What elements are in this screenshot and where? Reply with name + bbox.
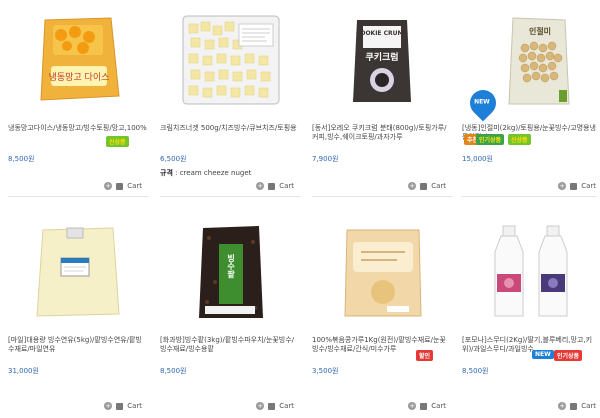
new-product-badge: 신상품 — [508, 134, 531, 145]
product-image-soybean-powder[interactable] — [327, 222, 437, 322]
add-icon[interactable]: + — [408, 182, 417, 190]
svg-text:냉동망고 다이스: 냉동망고 다이스 — [49, 72, 110, 83]
add-icon[interactable]: + — [558, 402, 567, 410]
add-icon[interactable]: + — [256, 182, 265, 190]
cart-icon[interactable] — [570, 402, 578, 410]
cart-controls[interactable]: + Cart — [256, 182, 294, 190]
cart-icon[interactable] — [268, 402, 276, 410]
product-name[interactable]: [마일]대용량 빙수연유(5kg)/팥빙수연유/팥빙수재료/마일연유 — [8, 336, 148, 364]
divider — [8, 196, 148, 197]
product-card[interactable]: 인절미 NEW 추천 인기상품 신상품 [냉동]인절미(2kg)/토핑용/눈꽃빙… — [462, 10, 600, 190]
divider — [312, 196, 452, 197]
product-price: 15,000원 — [462, 155, 493, 163]
product-image-condensed-milk[interactable] — [23, 222, 133, 322]
cart-controls[interactable]: + Cart — [408, 402, 446, 410]
cart-icon[interactable] — [570, 182, 578, 190]
product-name[interactable]: 크림치즈너겟 500g/치즈빙수/큐브치즈/토핑용 — [160, 124, 300, 152]
product-grid: 냉동망고 다이스 신상품 냉동망고다이스/냉동망고/빙수토핑/망고,100% 8… — [0, 0, 600, 418]
product-card[interactable]: 냉동망고 다이스 신상품 냉동망고다이스/냉동망고/빙수토핑/망고,100% 8… — [8, 10, 148, 190]
cart-icon[interactable] — [268, 182, 276, 190]
cart-label[interactable]: Cart — [127, 182, 142, 190]
product-name[interactable]: [화과방]빙수팥(3kg)/팥빙수파우치/눈꽃빙수/빙수재료/빙수용팥 — [160, 336, 300, 364]
new-badge: NEW — [532, 350, 554, 359]
product-price: 6,500원 — [160, 155, 187, 163]
cart-icon[interactable] — [116, 182, 124, 190]
cart-controls[interactable]: + Cart — [104, 402, 142, 410]
cart-label[interactable]: Cart — [127, 402, 142, 410]
cart-label[interactable]: Cart — [431, 182, 446, 190]
cart-controls[interactable]: + Cart — [408, 182, 446, 190]
product-card[interactable]: NEW 인기상품 [포모나]스무디(2Kg)/딸기,블루베리,망고,키위)/과일… — [462, 222, 600, 410]
product-card[interactable]: 빙수팥 [화과방]빙수팥(3kg)/팥빙수파우치/눈꽃빙수/빙수재료/빙수용팥 … — [160, 222, 300, 410]
cart-icon[interactable] — [420, 402, 428, 410]
cart-icon[interactable] — [420, 182, 428, 190]
svg-text:COOKIE CRUMB: COOKIE CRUMB — [356, 30, 409, 37]
product-card[interactable]: COOKIE CRUMB 쿠키크럼 [동서]오레오 쿠키크럼 분태(800g)/… — [312, 10, 452, 190]
divider — [160, 196, 300, 197]
product-image-mango[interactable]: 냉동망고 다이스 — [23, 10, 133, 110]
cart-controls[interactable]: + Cart — [256, 402, 294, 410]
cart-controls[interactable]: + Cart — [558, 182, 596, 190]
svg-text:빙수팥: 빙수팥 — [226, 253, 235, 279]
svg-text:인절미: 인절미 — [529, 26, 551, 36]
popular-badge: 인기상품 — [476, 134, 505, 145]
new-product-badge: 신상품 — [106, 136, 129, 147]
cart-controls[interactable]: + Cart — [104, 182, 142, 190]
cart-label[interactable]: Cart — [581, 402, 596, 410]
product-name[interactable]: [동서]오레오 쿠키크럼 분태(800g)/토핑가루/커피,빙수,쉐이크토핑/과… — [312, 124, 452, 152]
add-icon[interactable]: + — [558, 182, 567, 190]
divider — [462, 196, 596, 197]
product-image-cheese-nugget[interactable] — [175, 10, 285, 110]
cart-icon[interactable] — [116, 402, 124, 410]
product-price: 31,000원 — [8, 367, 39, 375]
add-icon[interactable]: + — [256, 402, 265, 410]
svg-text:쿠키크럼: 쿠키크럼 — [365, 51, 398, 63]
product-price: 7,900원 — [312, 155, 339, 163]
cart-label[interactable]: Cart — [279, 402, 294, 410]
cart-label[interactable]: Cart — [431, 402, 446, 410]
product-card[interactable]: [마일]대용량 빙수연유(5kg)/팥빙수연유/팥빙수재료/마일연유 31,00… — [8, 222, 148, 410]
add-icon[interactable]: + — [408, 402, 417, 410]
product-image-smoothie[interactable] — [477, 222, 587, 322]
popular-badge: 인기상품 — [554, 350, 583, 361]
add-icon[interactable]: + — [104, 182, 113, 190]
cart-label[interactable]: Cart — [279, 182, 294, 190]
sale-badge: 할인 — [416, 350, 434, 361]
cart-controls[interactable]: + Cart — [558, 402, 596, 410]
product-card[interactable]: 할인 100%볶음콩가루1Kg(원전)/팥빙수재료/눈꽃빙수/빙수재료/간식/미… — [312, 222, 452, 410]
product-price: 8,500원 — [160, 367, 187, 375]
add-icon[interactable]: + — [104, 402, 113, 410]
product-price: 3,500원 — [312, 367, 339, 375]
product-price: 8,500원 — [8, 155, 35, 163]
product-spec: 규격 : cream cheeze nuget — [160, 169, 252, 177]
product-image-cookie-crumb[interactable]: COOKIE CRUMB 쿠키크럼 — [327, 10, 437, 110]
product-price: 8,500원 — [462, 367, 489, 375]
product-image-red-bean[interactable]: 빙수팥 — [175, 222, 285, 322]
cart-label[interactable]: Cart — [581, 182, 596, 190]
product-card[interactable]: 크림치즈너겟 500g/치즈빙수/큐브치즈/토핑용 6,500원 규격 : cr… — [160, 10, 300, 190]
